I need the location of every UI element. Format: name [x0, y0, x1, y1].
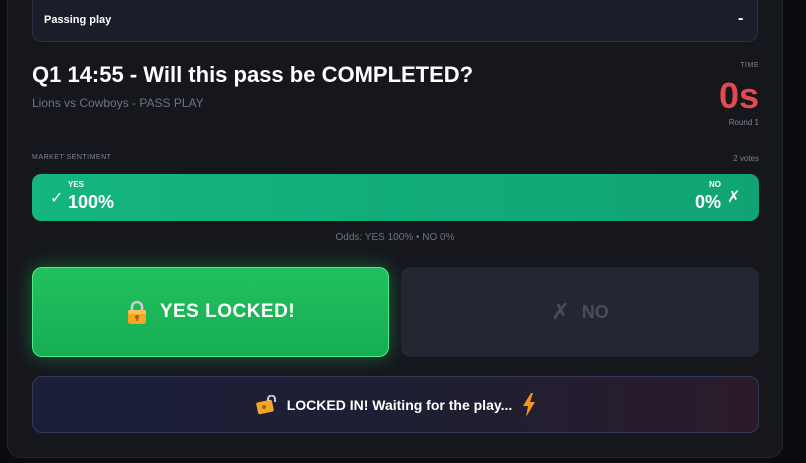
sentiment-yes-label: YES [68, 180, 85, 189]
lock-icon [127, 300, 146, 324]
sentiment-no-label: NO [709, 180, 721, 189]
sentiment-label: MARKET SENTIMENT [32, 154, 112, 161]
question-title: Q1 14:55 - Will this pass be COMPLETED? [32, 62, 474, 87]
timer-value: 0s [718, 75, 759, 116]
timer-label: TIME [740, 62, 759, 69]
play-type-label: Passing play [44, 14, 112, 26]
vote-count: 2 votes [733, 154, 759, 163]
play-type-bar[interactable] [32, 0, 758, 42]
collapse-toggle[interactable]: - [738, 10, 743, 28]
no-button-label: NO [581, 301, 609, 322]
yes-button-label: YES LOCKED! [159, 301, 296, 322]
yes-locked-button[interactable]: YES LOCKED! [32, 267, 389, 357]
locked-status-text: LOCKED IN! Waiting for the play... [286, 396, 513, 413]
lock-tag-icon [256, 394, 276, 414]
check-icon: ✓ [50, 190, 64, 207]
sentiment-bar [32, 174, 759, 221]
sentiment-yes-percent: 100% [68, 192, 115, 212]
round-label: Round 1 [728, 118, 759, 127]
x-icon: ✗ [727, 189, 741, 206]
sentiment-no-percent: 0% [694, 192, 721, 212]
question-subtitle: Lions vs Cowboys - PASS PLAY [32, 96, 204, 110]
locked-status-banner: LOCKED IN! Waiting for the play... [32, 376, 759, 433]
no-x-icon: ✗ [551, 299, 570, 324]
no-button[interactable]: ✗ NO [401, 267, 759, 357]
lightning-icon [523, 392, 536, 417]
odds-text: Odds: YES 100% • NO 0% [335, 232, 455, 243]
